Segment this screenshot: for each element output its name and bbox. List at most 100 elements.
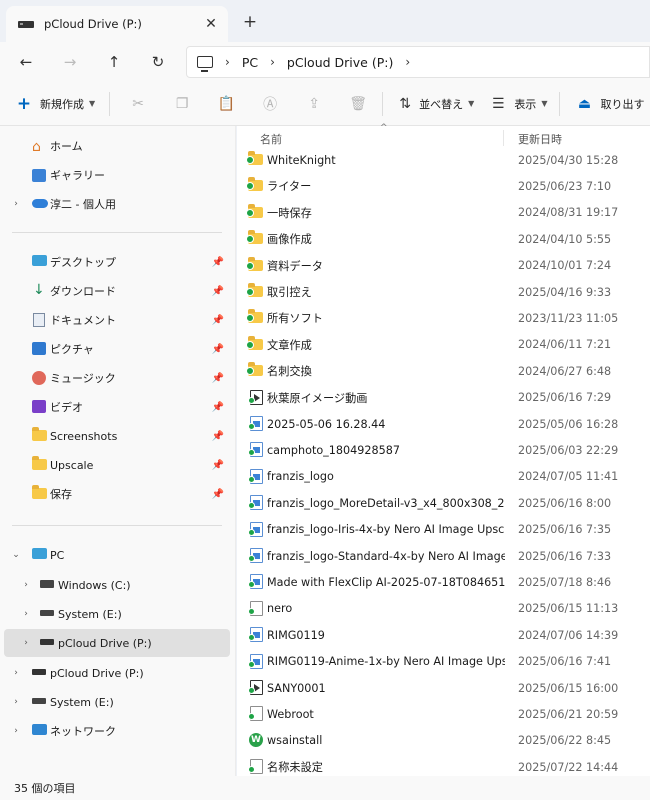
eject-button[interactable]: ⏏ 取り出す — [574, 89, 645, 119]
file-row[interactable]: RIMG0119-Anime-1x-by Nero AI Image Upsca… — [237, 649, 650, 675]
breadcrumb-separator[interactable]: › — [405, 55, 410, 69]
sidebar-item-system-e[interactable]: › System (E:) — [4, 600, 230, 628]
file-row[interactable]: SANY0001 2025/06/15 16:00 — [237, 675, 650, 701]
file-modified-date: 2025/07/22 14:44 — [518, 760, 619, 774]
pin-icon[interactable]: 📌 — [212, 402, 224, 413]
sidebar-item-network[interactable]: › ネットワーク — [4, 717, 230, 745]
chevron-right-icon[interactable]: › — [20, 609, 32, 619]
refresh-button[interactable]: ↻ — [144, 48, 172, 76]
sidebar-item-pictures[interactable]: ピクチャ 📌 — [4, 335, 230, 363]
sidebar-item-save[interactable]: 保存 📌 — [4, 480, 230, 508]
folder-icon — [246, 203, 264, 220]
file-name: 文章作成 — [267, 338, 312, 352]
column-header: ^ 名前 更新日時 — [237, 123, 650, 148]
chevron-right-icon[interactable]: › — [20, 580, 32, 590]
sidebar-item-downloads[interactable]: ↓ ダウンロード 📌 — [4, 277, 230, 305]
file-row[interactable]: 所有ソフト 2023/11/23 11:05 — [237, 305, 650, 331]
pin-icon[interactable]: 📌 — [212, 460, 224, 471]
file-row[interactable]: 文章作成 2024/06/11 7:21 — [237, 332, 650, 358]
file-name: 2025-05-06 16.28.44 — [267, 417, 386, 431]
file-row[interactable]: 一時保存 2024/08/31 19:17 — [237, 200, 650, 226]
file-row[interactable]: franzis_logo 2024/07/05 11:41 — [237, 464, 650, 490]
file-name: 名刺交換 — [267, 365, 312, 379]
file-row[interactable]: RIMG0119 2024/07/06 14:39 — [237, 622, 650, 648]
sidebar-item-screenshots[interactable]: Screenshots 📌 — [4, 422, 230, 450]
sidebar-item-windows-c[interactable]: › Windows (C:) — [4, 571, 230, 599]
eject-label: 取り出す — [600, 97, 645, 111]
paste-button[interactable]: 📋 — [216, 89, 236, 119]
file-row[interactable]: franzis_logo_MoreDetail-v3_x4_800x308_2p… — [237, 490, 650, 516]
download-icon: ↓ — [33, 282, 45, 298]
sidebar-item-label: 保存 — [50, 488, 72, 501]
file-row[interactable]: Wwsainstall 2025/06/22 8:45 — [237, 728, 650, 754]
file-row[interactable]: 画像作成 2024/04/10 5:55 — [237, 226, 650, 252]
view-button[interactable]: ☰ 表示 ▼ — [488, 89, 547, 119]
file-row[interactable]: 資料データ 2024/10/01 7:24 — [237, 253, 650, 279]
pin-icon[interactable]: 📌 — [212, 373, 224, 384]
file-row[interactable]: Webroot 2025/06/21 20:59 — [237, 701, 650, 727]
folder-icon — [246, 335, 264, 352]
chevron-right-icon[interactable]: › — [20, 638, 32, 648]
sidebar-item-pcloud-p[interactable]: › pCloud Drive (P:) — [4, 659, 230, 687]
new-button[interactable]: + 新規作成 ▼ — [14, 89, 95, 119]
pin-icon[interactable]: 📌 — [212, 431, 224, 442]
file-modified-date: 2025/06/23 7:10 — [518, 179, 612, 193]
sidebar-item-documents[interactable]: ドキュメント 📌 — [4, 306, 230, 334]
file-row[interactable]: Made with FlexClip AI-2025-07-18T084651 2… — [237, 569, 650, 595]
pin-icon[interactable]: 📌 — [212, 257, 224, 268]
sidebar-item-pcloud-p-selected[interactable]: › pCloud Drive (P:) — [4, 629, 230, 657]
tab-pcloud-drive[interactable]: pCloud Drive (P:) ✕ — [6, 6, 228, 42]
column-header-name[interactable]: 名前 — [260, 131, 282, 147]
sidebar-item-upscale[interactable]: Upscale 📌 — [4, 451, 230, 479]
chevron-right-icon[interactable]: › — [10, 199, 22, 209]
sidebar-item-gallery[interactable]: ギャラリー — [4, 161, 230, 189]
file-row[interactable]: franzis_logo-Iris-4x-by Nero AI Image Up… — [237, 517, 650, 543]
file-row[interactable]: nero 2025/06/15 11:13 — [237, 596, 650, 622]
pin-icon[interactable]: 📌 — [212, 315, 224, 326]
file-row[interactable]: 秋葉原イメージ動画 2025/06/16 7:29 — [237, 385, 650, 411]
sort-button[interactable]: ⇅ 並べ替え ▼ — [395, 89, 474, 119]
back-button[interactable]: ← — [12, 48, 40, 76]
tab-close-button[interactable]: ✕ — [198, 11, 224, 37]
file-row[interactable]: 2025-05-06 16.28.44 2025/05/06 16:28 — [237, 411, 650, 437]
column-header-date[interactable]: 更新日時 — [518, 131, 562, 147]
document-file-icon — [248, 600, 264, 616]
eject-icon: ⏏ — [577, 95, 592, 112]
sidebar-item-home[interactable]: ⌂ ホーム — [4, 132, 230, 160]
new-tab-button[interactable]: + — [238, 10, 262, 34]
file-row[interactable]: camphoto_1804928587 2025/06/03 22:29 — [237, 437, 650, 463]
pin-icon[interactable]: 📌 — [212, 489, 224, 500]
sidebar-item-pc[interactable]: ⌄ PC — [4, 541, 230, 569]
column-divider[interactable] — [503, 130, 504, 146]
breadcrumb-pcloud[interactable]: pCloud Drive (P:) — [287, 55, 393, 70]
copy-button[interactable]: ❐ — [172, 89, 192, 119]
chevron-down-icon[interactable]: ⌄ — [10, 550, 22, 560]
file-row[interactable]: 取引控え 2025/04/16 9:33 — [237, 279, 650, 305]
file-modified-date: 2025/06/16 7:35 — [518, 523, 612, 537]
rename-button[interactable]: Ⓐ — [260, 89, 280, 119]
file-row[interactable]: 名刺交換 2024/06/27 6:48 — [237, 358, 650, 384]
cut-button[interactable]: ✂ — [128, 89, 148, 119]
file-row[interactable]: franzis_logo-Standard-4x-by Nero AI Imag… — [237, 543, 650, 569]
chevron-right-icon[interactable]: › — [10, 668, 22, 678]
file-row[interactable]: ライター 2025/06/23 7:10 — [237, 173, 650, 199]
share-button[interactable]: ⇪ — [304, 89, 324, 119]
folder-icon — [246, 151, 264, 167]
file-modified-date: 2024/04/10 5:55 — [518, 232, 612, 246]
sidebar-item-label: pCloud Drive (P:) — [50, 666, 144, 680]
sidebar-item-system-e-2[interactable]: › System (E:) — [4, 688, 230, 716]
sidebar-item-music[interactable]: ミュージック 📌 — [4, 364, 230, 392]
breadcrumb[interactable]: › PC › pCloud Drive (P:) › — [186, 46, 650, 78]
chevron-right-icon[interactable]: › — [10, 697, 22, 707]
pin-icon[interactable]: 📌 — [212, 344, 224, 355]
sidebar-item-videos[interactable]: ビデオ 📌 — [4, 393, 230, 421]
sidebar-item-desktop[interactable]: デスクトップ 📌 — [4, 248, 230, 276]
forward-button[interactable]: → — [56, 48, 84, 76]
pin-icon[interactable]: 📌 — [212, 286, 224, 297]
file-row[interactable]: WhiteKnight 2025/04/30 15:28 — [237, 147, 650, 173]
up-button[interactable]: ↑ — [100, 48, 128, 76]
delete-button[interactable]: 🗑 — [348, 89, 368, 119]
breadcrumb-pc[interactable]: PC — [242, 55, 258, 70]
chevron-right-icon[interactable]: › — [10, 726, 22, 736]
sidebar-item-onedrive[interactable]: › 淳二 - 個人用 — [4, 190, 230, 218]
